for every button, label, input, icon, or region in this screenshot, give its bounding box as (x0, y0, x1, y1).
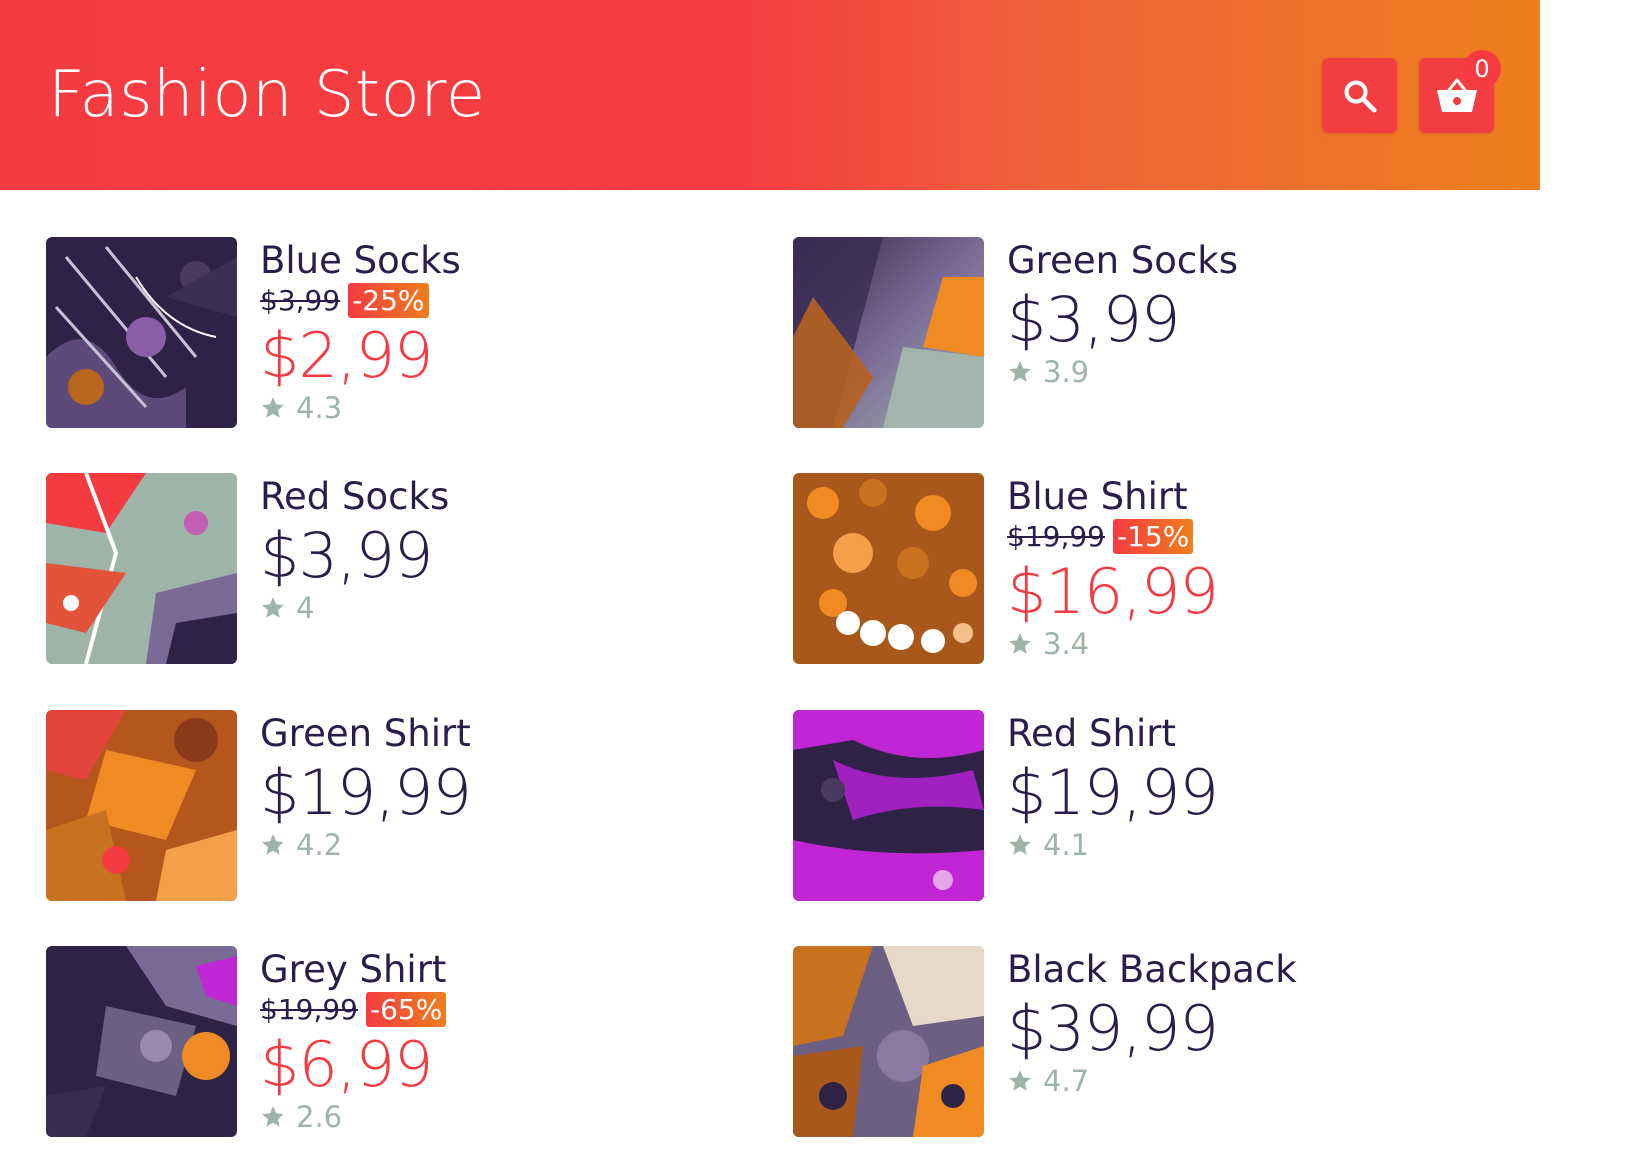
app: Fashion Store 0 Blue Socks $3,99 -25% $2… (0, 0, 1644, 1176)
product-image[interactable] (46, 237, 237, 428)
product-rating: 2.6 (260, 1100, 342, 1134)
product-price: $2,99 (260, 319, 433, 392)
product-price: $3,99 (1007, 283, 1180, 356)
rating-value: 4.7 (1043, 1064, 1090, 1098)
product-image[interactable] (793, 473, 984, 664)
product-name: Red Socks (260, 475, 450, 518)
product-card-blue-socks[interactable]: Blue Socks $3,99 -25% $2,99 4.3 (46, 237, 746, 437)
product-image[interactable] (793, 710, 984, 901)
original-price: $19,99 (260, 993, 358, 1026)
product-name: Black Backpack (1007, 948, 1297, 991)
product-image[interactable] (46, 473, 237, 664)
product-name: Blue Socks (260, 239, 461, 282)
product-price: $3,99 (260, 519, 433, 592)
product-card-green-shirt[interactable]: Green Shirt $19,99 4.2 (46, 710, 746, 910)
product-card-red-socks[interactable]: Red Socks $3,99 4 (46, 473, 746, 673)
product-card-black-backpack[interactable]: Black Backpack $39,99 4.7 (793, 946, 1493, 1146)
discount-row: $19,99 -65% (260, 992, 447, 1027)
product-price: $19,99 (260, 756, 472, 829)
star-icon (262, 1106, 284, 1127)
discount-badge: -25% (348, 283, 429, 318)
discount-badge: -15% (1112, 519, 1194, 554)
rating-value: 4.1 (1043, 828, 1090, 862)
product-rating: 3.4 (1007, 627, 1089, 661)
product-rating: 4.3 (260, 391, 342, 425)
product-name: Grey Shirt (260, 948, 447, 991)
product-image[interactable] (793, 946, 984, 1137)
product-image[interactable] (46, 946, 237, 1137)
store-title: Fashion Store (48, 58, 486, 132)
original-price: $19,99 (1007, 520, 1105, 553)
discount-row: $3,99 -25% (260, 283, 429, 318)
original-price: $3,99 (260, 284, 341, 317)
product-name: Red Shirt (1007, 712, 1176, 755)
product-name: Green Socks (1007, 239, 1238, 282)
star-icon (1009, 834, 1031, 855)
product-card-green-socks[interactable]: Green Socks $3,99 3.9 (793, 237, 1493, 437)
product-price: $39,99 (1007, 992, 1219, 1065)
product-rating: 4.2 (260, 828, 342, 862)
star-icon (1009, 361, 1031, 382)
product-price: $16,99 (1007, 555, 1219, 628)
search-icon (1343, 79, 1377, 113)
rating-value: 4.3 (296, 391, 343, 425)
rating-value: 4 (296, 591, 315, 625)
product-rating: 3.9 (1007, 355, 1089, 389)
product-name: Blue Shirt (1007, 475, 1188, 518)
product-rating: 4.7 (1007, 1064, 1089, 1098)
product-rating: 4 (260, 591, 314, 625)
product-price: $19,99 (1007, 756, 1219, 829)
star-icon (262, 597, 284, 618)
product-image[interactable] (46, 710, 237, 901)
product-card-grey-shirt[interactable]: Grey Shirt $19,99 -65% $6,99 2.6 (46, 946, 746, 1146)
product-image[interactable] (793, 237, 984, 428)
rating-value: 2.6 (296, 1100, 343, 1134)
app-header: Fashion Store (0, 0, 1540, 190)
product-card-red-shirt[interactable]: Red Shirt $19,99 4.1 (793, 710, 1493, 910)
product-price: $6,99 (260, 1028, 433, 1101)
discount-badge: -65% (365, 992, 447, 1027)
star-icon (1009, 633, 1031, 654)
rating-value: 3.4 (1043, 627, 1090, 661)
cart-count-badge: 0 (1463, 50, 1501, 88)
star-icon (262, 397, 284, 418)
rating-value: 4.2 (296, 828, 343, 862)
product-rating: 4.1 (1007, 828, 1089, 862)
product-card-blue-shirt[interactable]: Blue Shirt $19,99 -15% $16,99 3.4 (793, 473, 1493, 673)
product-name: Green Shirt (260, 712, 471, 755)
rating-value: 3.9 (1043, 355, 1090, 389)
star-icon (1009, 1070, 1031, 1091)
star-icon (262, 834, 284, 855)
discount-row: $19,99 -15% (1007, 519, 1194, 554)
search-button[interactable] (1322, 58, 1397, 133)
